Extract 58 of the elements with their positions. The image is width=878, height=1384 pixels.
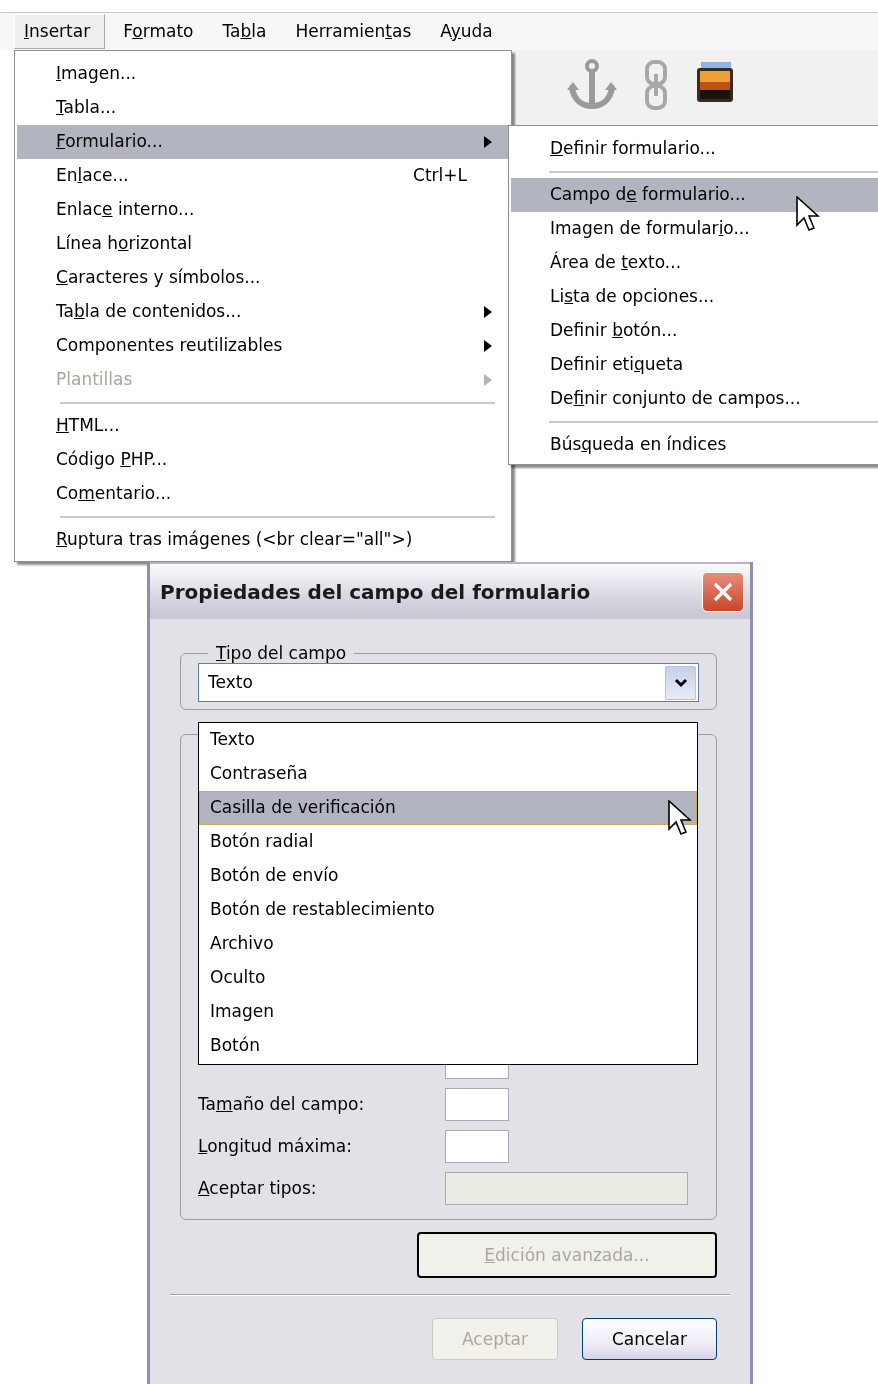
submenu-arrow-icon <box>483 374 493 386</box>
menu-item[interactable]: Ruptura tras imágenes (<br clear="all">) <box>17 523 509 557</box>
dialog-button[interactable]: Cancelar <box>582 1318 717 1361</box>
chevron-down-icon <box>673 677 688 688</box>
pointer-icon <box>668 800 692 836</box>
dropdown-option[interactable]: Archivo <box>199 927 697 961</box>
chain-icon <box>643 58 669 112</box>
menu[interactable]: Formato <box>112 13 205 50</box>
menu-item[interactable]: Enlace interno... <box>17 193 509 227</box>
shortcut-text: Ctrl+L <box>413 164 468 188</box>
submenu-arrow-icon <box>483 306 493 318</box>
anchor-icon <box>567 58 617 112</box>
menu-item[interactable]: HTML... <box>17 409 509 443</box>
menu-item[interactable]: Definir botón... <box>511 314 878 348</box>
dropdown-option[interactable]: Botón <box>199 1029 697 1063</box>
input-field[interactable] <box>445 1087 509 1121</box>
menu-item[interactable]: Área de texto... <box>511 246 878 280</box>
menu-item[interactable]: Imagen... <box>17 57 509 91</box>
dropdown-option[interactable]: Oculto <box>199 961 697 995</box>
menu-item[interactable]: Formulario... <box>17 125 509 159</box>
dropdown-option[interactable]: Imagen <box>199 995 697 1029</box>
menu[interactable]: Insertar <box>14 13 106 50</box>
menu-item[interactable]: Código PHP... <box>17 443 509 477</box>
submenu-arrow-icon <box>483 136 493 148</box>
submenu-arrow-icon <box>483 340 493 352</box>
menu-item[interactable]: Definir conjunto de campos... <box>511 382 878 416</box>
dropdown-option[interactable]: Botón de restablecimiento <box>199 893 697 927</box>
menu-item[interactable]: Tabla de contenidos... <box>17 295 509 329</box>
pointer-icon <box>796 196 820 232</box>
dropdown-option[interactable]: Botón radial <box>199 825 697 859</box>
dropdown-option[interactable]: Casilla de verificación <box>199 791 697 825</box>
menu-item[interactable]: Campo de formulario... <box>511 178 878 212</box>
window-title: Propiedades del campo del formulario <box>160 578 591 606</box>
dropdown-option[interactable]: Texto <box>199 723 697 757</box>
menu-item[interactable]: Línea horizontal <box>17 227 509 261</box>
menu[interactable]: Herramientas <box>284 13 423 50</box>
field-label: Longitud máxima: <box>198 1134 353 1158</box>
select-field[interactable]: Texto <box>198 663 699 703</box>
menu-item[interactable]: Definir formulario... <box>511 132 878 166</box>
menu-item[interactable]: Lista de opciones... <box>511 280 878 314</box>
dropdown-option[interactable]: Botón de envío <box>199 859 697 893</box>
menu-item[interactable]: Enlace... Ctrl+L <box>17 159 509 193</box>
close-button[interactable] <box>702 571 744 612</box>
field-label: Aceptar tipos: <box>198 1176 318 1200</box>
close-icon <box>712 580 734 603</box>
menu-item[interactable]: Comentario... <box>17 477 509 511</box>
menu-item[interactable]: Componentes reutilizables <box>17 329 509 363</box>
menu-item[interactable]: Tabla... <box>17 91 509 125</box>
field-label: Tamaño del campo: <box>198 1092 366 1116</box>
menu-item[interactable]: Definir etiqueta <box>511 348 878 382</box>
menu[interactable]: Tabla <box>211 13 278 50</box>
menu-item[interactable]: Caracteres y símbolos... <box>17 261 509 295</box>
menu-item[interactable]: Imagen de formulario... <box>511 212 878 246</box>
dropdown-option[interactable]: Contraseña <box>199 757 697 791</box>
group-label: Tipo del campo <box>215 643 348 664</box>
input-field[interactable] <box>445 1129 509 1163</box>
menu-item[interactable]: Búsqueda en índices <box>511 428 878 462</box>
menu[interactable]: Ayuda <box>429 13 504 50</box>
